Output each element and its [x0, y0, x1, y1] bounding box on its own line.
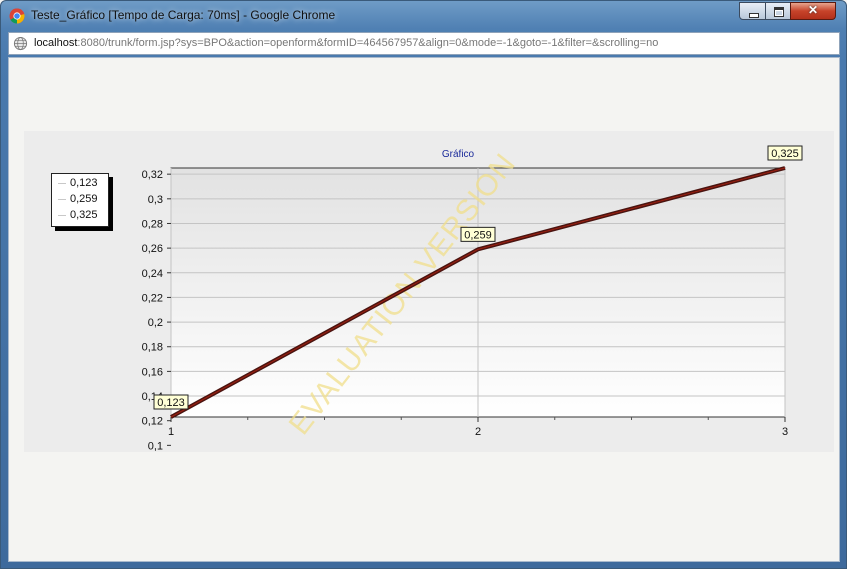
globe-icon	[13, 36, 28, 51]
legend-marker	[58, 199, 66, 200]
legend-item: 0,259	[52, 192, 108, 208]
legend-marker	[58, 183, 66, 184]
browser-window: Teste_Gráfico [Tempo de Carga: 70ms] - G…	[0, 0, 847, 569]
legend-marker	[58, 215, 66, 216]
chart-legend: 0,123 0,259 0,325	[51, 173, 109, 227]
url-host: localhost	[34, 37, 78, 49]
legend-label: 0,259	[70, 193, 98, 205]
url-path: :8080/trunk/form.jsp?sys=BPO&action=open…	[77, 37, 659, 49]
legend-label: 0,123	[70, 177, 98, 189]
title-bar[interactable]: Teste_Gráfico [Tempo de Carga: 70ms] - G…	[1, 1, 846, 31]
minimize-icon[interactable]	[739, 2, 766, 20]
legend-item: 0,325	[52, 208, 108, 224]
legend-item: 0,123	[52, 176, 108, 192]
maximize-icon[interactable]	[765, 2, 791, 20]
address-bar[interactable]: localhost:8080/trunk/form.jsp?sys=BPO&ac…	[8, 32, 840, 55]
url-text[interactable]: localhost:8080/trunk/form.jsp?sys=BPO&ac…	[34, 37, 658, 49]
chrome-icon	[9, 8, 25, 24]
close-icon[interactable]	[790, 2, 836, 20]
legend-label: 0,325	[70, 209, 98, 221]
window-title: Teste_Gráfico [Tempo de Carga: 70ms] - G…	[31, 8, 336, 22]
chart-panel: 0,123 0,259 0,325	[24, 131, 834, 452]
